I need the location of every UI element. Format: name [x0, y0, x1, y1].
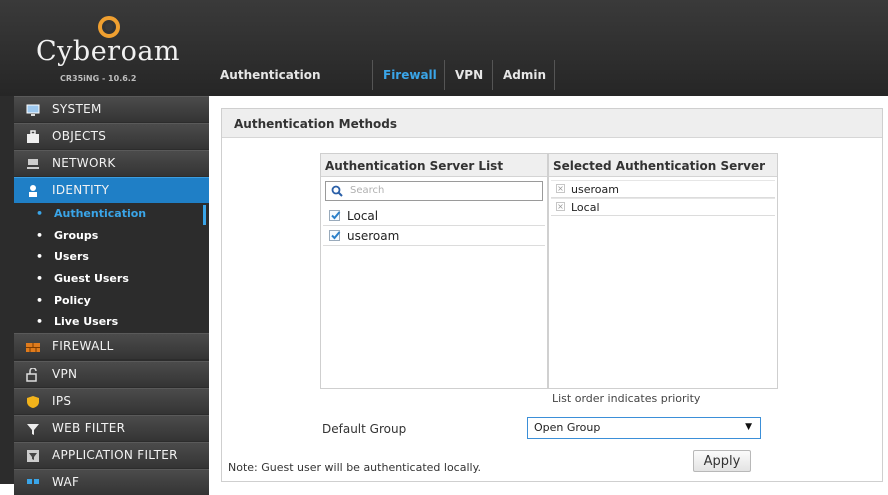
column-divider	[547, 154, 549, 388]
sidebar-item-ips[interactable]: IPS	[14, 388, 209, 414]
server-name: useroam	[347, 229, 400, 243]
remove-icon[interactable]: ×	[556, 184, 565, 193]
selected-server-name: Local	[571, 201, 600, 214]
bullet-icon: •	[36, 207, 44, 220]
tab-admin[interactable]: Admin	[493, 60, 555, 90]
sidebar-item-firewall[interactable]: FIREWALL	[14, 333, 209, 359]
priority-note: List order indicates priority	[552, 392, 701, 405]
selected-server-name: useroam	[571, 183, 619, 196]
sidebar-subitem-label: Live Users	[54, 315, 119, 328]
search-icon	[331, 185, 343, 197]
search-placeholder: Search	[350, 185, 385, 196]
server-name: Local	[347, 209, 379, 223]
sidebar-item-label: FIREWALL	[52, 339, 114, 353]
sidebar-subitem-policy[interactable]: • Policy	[14, 290, 209, 311]
tab-authentication-server[interactable]: Authentication Server	[210, 60, 373, 112]
sidebar-subitem-authentication[interactable]: • Authentication	[14, 203, 209, 224]
server-list-item-local[interactable]: Local	[323, 206, 545, 226]
default-group-label: Default Group	[322, 422, 407, 436]
bullet-icon: •	[36, 294, 44, 307]
sidebar-subitem-label: Groups	[54, 229, 99, 242]
dropdown-arrow-icon: ▼	[745, 422, 752, 432]
sidebar-subitem-users[interactable]: • Users	[14, 246, 209, 267]
panel-title: Authentication Methods	[234, 117, 398, 131]
selected-server-header-text: Selected Authentication Server	[553, 159, 766, 173]
sidebar-item-network[interactable]: NETWORK	[14, 150, 209, 176]
sidebar-item-label: APPLICATION FILTER	[52, 448, 178, 462]
tab-firewall[interactable]: Firewall	[373, 60, 445, 90]
selected-server-header: Selected Authentication Server	[549, 154, 777, 177]
tab-vpn[interactable]: VPN	[445, 60, 493, 90]
sidebar-item-label: VPN	[52, 367, 78, 381]
bullet-icon: •	[36, 272, 44, 285]
sidebar-item-label: WEB FILTER	[52, 421, 126, 435]
guest-user-note: Note: Guest user will be authenticated l…	[228, 461, 482, 474]
filter-icon	[27, 424, 39, 435]
server-search-input[interactable]: Search	[325, 181, 543, 201]
checkmark-icon	[331, 231, 341, 240]
firewall-icon	[26, 343, 40, 352]
server-list-box: Authentication Server List Selected Auth…	[320, 153, 778, 389]
bullet-icon: •	[36, 315, 44, 328]
authentication-methods-panel: Authentication Methods Authentication Se…	[221, 108, 883, 482]
app-filter-icon	[27, 450, 39, 462]
model-version: CR35iNG - 10.6.2	[60, 74, 137, 83]
sidebar-item-system[interactable]: SYSTEM	[14, 96, 209, 122]
sidebar-item-label: OBJECTS	[52, 129, 107, 143]
monitor-icon	[26, 104, 40, 116]
panel-header: Authentication Methods	[222, 109, 882, 138]
server-list-header-text: Authentication Server List	[325, 159, 504, 173]
remove-icon[interactable]: ×	[556, 202, 565, 211]
checkbox[interactable]	[329, 230, 341, 241]
sidebar-subitem-live-users[interactable]: • Live Users	[14, 311, 209, 332]
default-group-select[interactable]: Open Group ▼	[527, 417, 761, 439]
sidebar-subitem-label: Authentication	[54, 207, 147, 220]
sidebar-item-web-filter[interactable]: WEB FILTER	[14, 415, 209, 441]
sidebar-subitem-groups[interactable]: • Groups	[14, 225, 209, 246]
active-item-marker	[203, 205, 206, 225]
waf-icon	[27, 479, 39, 484]
sidebar-subitem-guest-users[interactable]: • Guest Users	[14, 268, 209, 289]
main-content: Authentication Methods Authentication Se…	[209, 96, 888, 484]
checkmark-icon	[331, 211, 341, 220]
top-tab-bar: Authentication Server Firewall VPN Admin	[210, 60, 888, 112]
user-icon	[29, 185, 37, 197]
server-list-item-useroam[interactable]: useroam	[323, 226, 545, 246]
sidebar-subitem-label: Policy	[54, 294, 91, 307]
vpn-icon	[26, 368, 37, 382]
sidebar-item-label: NETWORK	[52, 156, 116, 170]
logo: Cyberoam CR35iNG - 10.6.2	[22, 6, 202, 94]
sidebar-item-label: IDENTITY	[52, 183, 110, 197]
sidebar-item-identity[interactable]: IDENTITY	[14, 177, 209, 203]
sidebar-item-waf[interactable]: WAF	[14, 469, 209, 495]
sidebar-subitem-label: Guest Users	[54, 272, 129, 285]
sidebar-item-label: IPS	[52, 394, 72, 408]
sidebar-item-objects[interactable]: OBJECTS	[14, 123, 209, 149]
default-group-value: Open Group	[534, 421, 601, 434]
bullet-icon: •	[36, 250, 44, 263]
selected-server-item-useroam[interactable]: × useroam	[551, 180, 775, 198]
server-list-header: Authentication Server List	[321, 154, 547, 177]
sidebar-item-label: WAF	[52, 475, 80, 489]
briefcase-icon	[27, 130, 39, 143]
sidebar-subitem-label: Users	[54, 250, 89, 263]
sidebar-item-application-filter[interactable]: APPLICATION FILTER	[14, 442, 209, 468]
apply-button[interactable]: Apply	[693, 450, 751, 472]
top-header: Cyberoam CR35iNG - 10.6.2 Authentication…	[0, 0, 888, 112]
sidebar-item-vpn[interactable]: VPN	[14, 361, 209, 387]
shield-icon	[27, 396, 39, 408]
selected-server-item-local[interactable]: × Local	[551, 198, 775, 216]
sidebar-item-label: SYSTEM	[52, 102, 102, 116]
logo-swirl-icon	[98, 16, 120, 38]
network-icon	[27, 159, 39, 169]
bullet-icon: •	[36, 229, 44, 242]
checkbox[interactable]	[329, 210, 341, 221]
logo-text: Cyberoam	[36, 36, 181, 67]
